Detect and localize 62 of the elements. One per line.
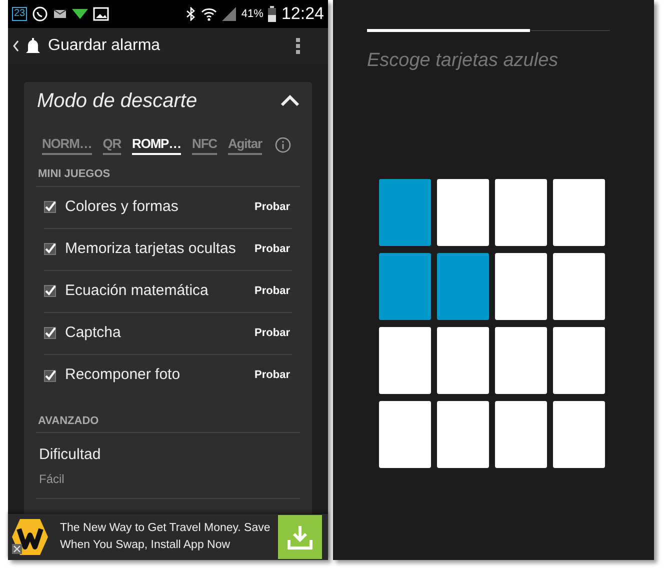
prompt-text: Escoge tarjetas azules <box>367 49 558 73</box>
setting-title[interactable]: Dificultad <box>39 444 101 466</box>
game-card[interactable] <box>495 400 547 468</box>
game-label: Colores y formas <box>65 196 180 217</box>
game-label: Memoriza tarjetas ocultas <box>65 238 237 259</box>
section-header: AVANZADO <box>37 414 100 428</box>
mode-tab[interactable]: QR <box>102 135 122 155</box>
game-label: Ecuación matemática <box>65 280 210 301</box>
checkbox[interactable] <box>44 243 56 255</box>
bluetooth-icon <box>186 7 196 21</box>
calendar-icon: 23 <box>12 7 28 21</box>
try-button[interactable]: Probar <box>254 240 290 258</box>
mode-tab[interactable]: Agitar <box>228 135 262 155</box>
game-card[interactable] <box>379 400 431 468</box>
clock-time: 12:24 <box>281 3 324 26</box>
game-card[interactable] <box>553 326 605 394</box>
wifi-icon <box>201 7 218 21</box>
game-card[interactable] <box>495 178 547 246</box>
mode-tab[interactable]: NORM… <box>42 135 92 155</box>
game-card[interactable] <box>379 326 431 394</box>
game-card[interactable] <box>495 252 547 320</box>
app-bar-title: Guardar alarma <box>48 36 160 56</box>
image-icon <box>93 7 110 21</box>
checkbox[interactable] <box>44 327 56 339</box>
ad-banner[interactable]: The New Way to Get Travel Money. Save When You Swap, Install App Now <box>8 514 328 560</box>
menu-icon[interactable] <box>296 38 300 54</box>
game-card[interactable] <box>553 178 605 246</box>
checkbox[interactable] <box>44 201 56 213</box>
setting-value: Fácil <box>39 470 64 488</box>
checkbox[interactable] <box>44 285 56 297</box>
game-card[interactable] <box>437 252 489 320</box>
game-card[interactable] <box>437 326 489 394</box>
try-button[interactable]: Probar <box>254 282 290 300</box>
game-card[interactable] <box>379 178 431 246</box>
mode-tab[interactable]: NFC <box>192 135 217 155</box>
download-button[interactable] <box>278 515 322 559</box>
bell-icon <box>24 37 42 55</box>
card-title: Modo de descarte <box>37 89 198 114</box>
mail-icon <box>53 8 68 20</box>
app-logo-icon <box>10 517 50 557</box>
game-card[interactable] <box>379 252 431 320</box>
back-icon[interactable] <box>12 40 20 52</box>
info-icon[interactable] <box>274 137 291 153</box>
battery-level: 41% <box>241 6 264 22</box>
battery-icon <box>268 6 276 22</box>
game-card[interactable] <box>437 178 489 246</box>
close-icon[interactable] <box>12 544 22 554</box>
game-card[interactable] <box>553 400 605 468</box>
ad-text: The New Way to Get Travel Money. Save When You Swap, Install App Now <box>60 521 272 553</box>
section-header: MINI JUEGOS <box>37 167 112 182</box>
game-label: Recomponer foto <box>65 365 182 386</box>
mode-tab[interactable]: ROMP… <box>132 135 182 155</box>
game-label: Captcha <box>65 322 122 343</box>
checkbox[interactable] <box>44 370 56 382</box>
signal-icon <box>222 7 236 21</box>
game-card[interactable] <box>553 252 605 320</box>
try-button[interactable]: Probar <box>254 324 290 342</box>
game-card[interactable] <box>495 326 547 394</box>
try-button[interactable]: Probar <box>254 367 290 384</box>
try-button[interactable]: Probar <box>254 198 290 216</box>
collapse-icon[interactable] <box>280 95 300 107</box>
game-card[interactable] <box>437 400 489 468</box>
